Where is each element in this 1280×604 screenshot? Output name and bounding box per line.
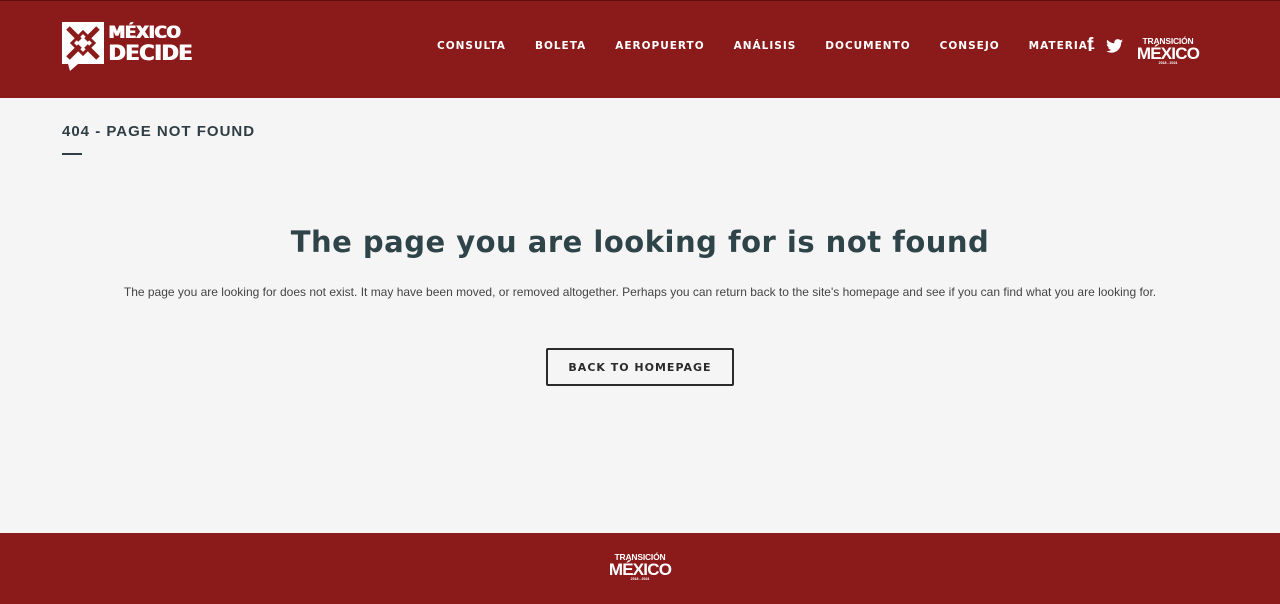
back-to-homepage-button[interactable]: BACK TO HOMEPAGE [546, 348, 734, 386]
site-header: MÉXICO DECIDE CONSULTA BOLETA AEROPUERTO… [0, 0, 1280, 98]
main-nav: CONSULTA BOLETA AEROPUERTO ANÁLISIS DOCU… [437, 39, 1125, 53]
facebook-icon[interactable]: f [1087, 36, 1093, 55]
title-area: 404 - PAGE NOT FOUND [62, 123, 255, 155]
logo-text-line1: MÉXICO [108, 23, 180, 43]
not-found-heading: The page you are looking for is not foun… [290, 225, 990, 259]
logo-text-line2: DECIDE [108, 41, 192, 65]
logo-mark-icon [62, 22, 104, 71]
transicion-mexico-logo[interactable]: TRANSICIÓN MÉXICO 2018 - 2024 [1136, 37, 1200, 65]
footer-logo-line2: MÉXICO [608, 559, 672, 579]
title-separator [62, 153, 82, 155]
nav-item-consejo[interactable]: CONSEJO [940, 39, 1000, 53]
partner-logo-line2: MÉXICO [1136, 43, 1200, 63]
page-title: 404 - PAGE NOT FOUND [62, 123, 256, 140]
mexico-decide-logo[interactable]: MÉXICO DECIDE [62, 22, 192, 72]
nav-item-documento[interactable]: DOCUMENTO [825, 39, 910, 53]
twitter-icon[interactable] [1106, 39, 1124, 53]
nav-item-analisis[interactable]: ANÁLISIS [734, 39, 797, 53]
nav-item-aeropuerto[interactable]: AEROPUERTO [615, 39, 704, 53]
nav-item-material[interactable]: MATERIAL [1029, 39, 1096, 53]
social-links: f [1087, 36, 1124, 55]
nav-item-consulta[interactable]: CONSULTA [437, 39, 506, 53]
site-footer: TRANSICIÓN MÉXICO 2018 - 2024 [0, 533, 1280, 604]
nav-item-boleta[interactable]: BOLETA [535, 39, 586, 53]
footer-transicion-mexico-logo[interactable]: TRANSICIÓN MÉXICO 2018 - 2024 [608, 553, 672, 581]
not-found-message: The page you are looking for does not ex… [123, 285, 1157, 299]
